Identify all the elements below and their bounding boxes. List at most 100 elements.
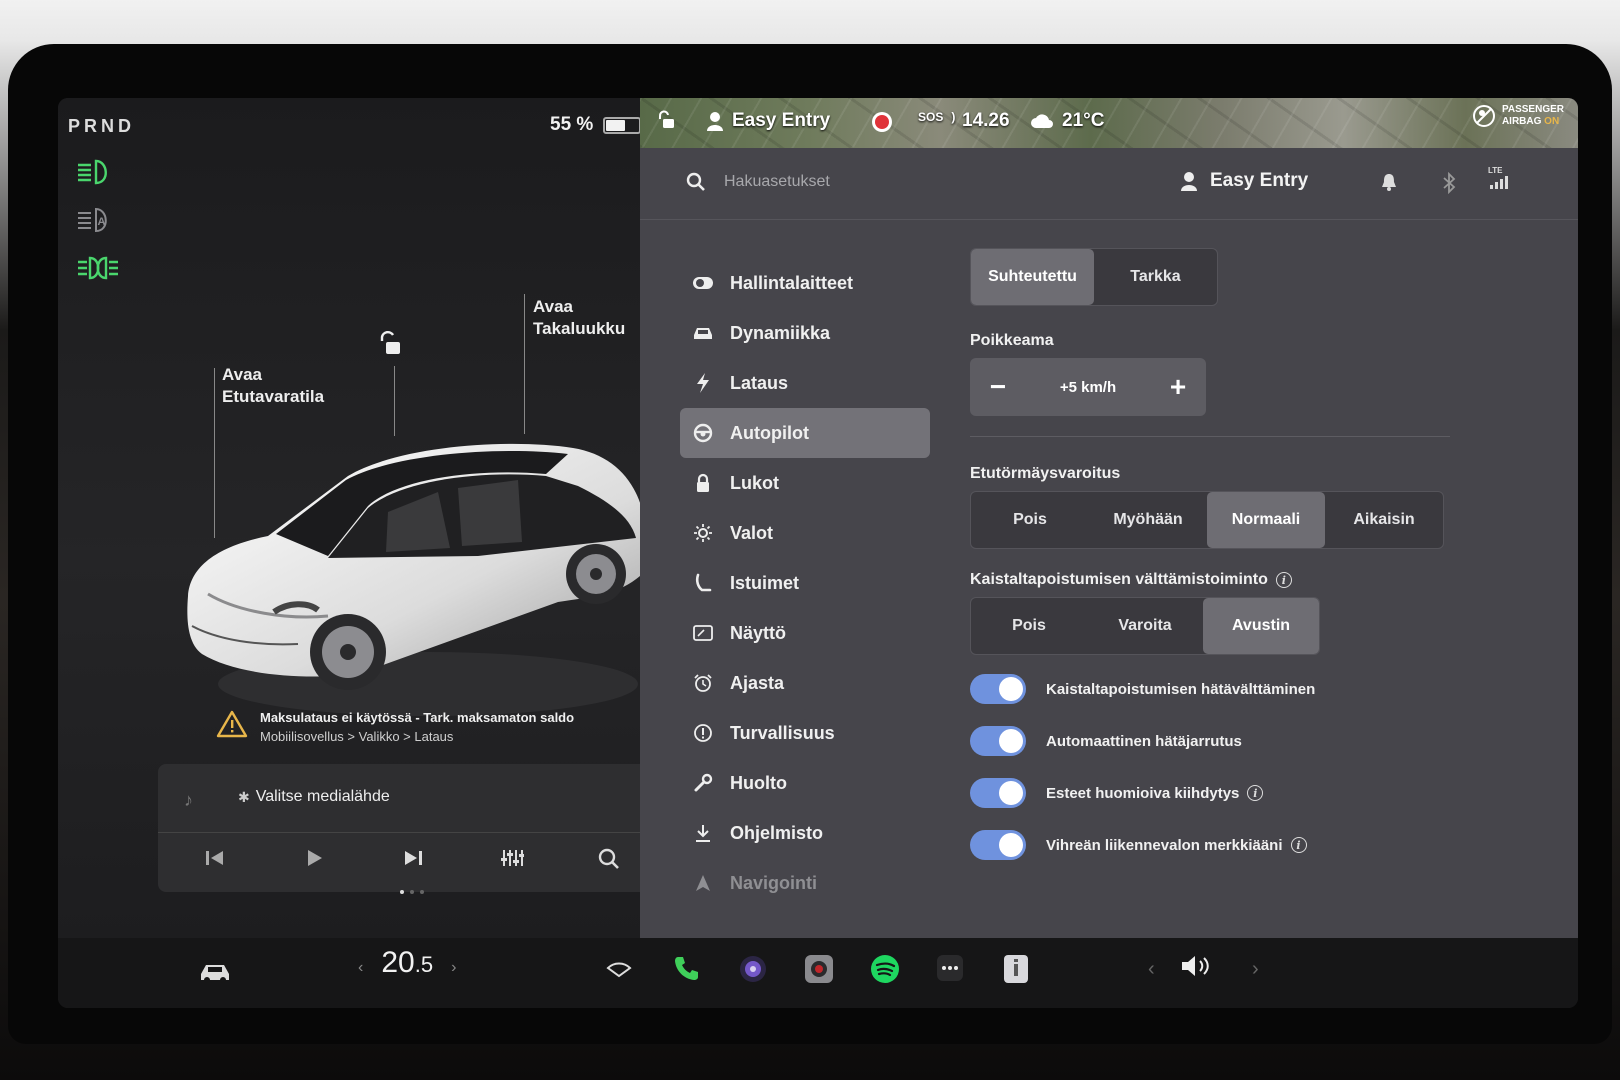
nav-item-safety[interactable]: Turvallisuus (680, 708, 930, 758)
unlock-icon[interactable] (376, 330, 402, 361)
nav-item-service[interactable]: Huolto (680, 758, 930, 808)
fcw-selector: Pois Myöhään Normaali Aikaisin (970, 491, 1444, 549)
volume-increase-icon[interactable]: › (1252, 958, 1259, 981)
offset-decrease-button[interactable]: − (986, 371, 1010, 403)
automatic-emergency-braking-toggle[interactable] (970, 726, 1026, 756)
driver-profile-name: Easy Entry (732, 110, 831, 131)
open-trunk-label-line2: Takaluukku (533, 319, 626, 338)
open-frunk-label[interactable]: Avaa Etutavaratila (222, 364, 324, 408)
toggle-icon (692, 272, 714, 294)
lane-option-assist[interactable]: Avustin (1203, 598, 1319, 654)
cabin-temperature[interactable]: 20.5 (381, 946, 433, 980)
nav-label: Navigointi (730, 872, 818, 893)
bluetooth-icon[interactable] (1442, 171, 1456, 199)
alert-circle-icon (692, 722, 714, 744)
nav-label: Dynamiikka (730, 322, 831, 343)
equalizer-icon[interactable] (500, 848, 524, 873)
volume-decrease-icon[interactable]: ‹ (1148, 958, 1155, 981)
settings-topbar: Easy Entry LTE (640, 148, 1578, 220)
offset-increase-button[interactable]: + (1166, 371, 1190, 403)
svg-text:A: A (98, 216, 106, 228)
battery-indicator: 55 % (550, 114, 646, 136)
climate-control: ‹ 20.5 › (358, 946, 456, 980)
sun-icon (692, 522, 714, 544)
info-icon[interactable]: i (1290, 837, 1307, 853)
spotify-icon[interactable] (870, 954, 900, 989)
previous-track-icon[interactable] (204, 848, 226, 873)
play-icon[interactable] (304, 848, 324, 873)
toggle-row: Vihreän liikennevalon merkkiääni i (970, 819, 1450, 871)
settings-pane: Easy Entry SOS ) 14.26 21°C PASSENGER AI… (640, 98, 1578, 938)
fcw-option-early[interactable]: Aikaisin (1325, 492, 1443, 548)
temp-decrease-icon[interactable]: ‹ (358, 959, 363, 977)
car-status-pane: PRND 55 % A Avaa Etutavaratila Avaa Taka… (58, 98, 662, 938)
media-player: ♪ ✱ Valitse medialähde (158, 764, 654, 892)
airbag-icon (1472, 105, 1495, 127)
bell-icon[interactable] (1380, 172, 1398, 197)
lane-option-warn[interactable]: Varoita (1087, 598, 1203, 654)
battery-fill (606, 119, 626, 131)
info-icon[interactable]: i (1275, 572, 1292, 588)
dashcam-record-icon[interactable] (870, 110, 894, 134)
battery-icon (603, 116, 646, 134)
passenger-airbag-indicator: PASSENGER AIRBAG ON (1472, 104, 1564, 128)
fcw-option-off[interactable]: Pois (971, 492, 1089, 548)
fcw-option-late[interactable]: Myöhään (1089, 492, 1207, 548)
nav-item-display[interactable]: Näyttö (680, 608, 930, 658)
temp-increase-icon[interactable]: › (451, 959, 456, 977)
cloud-icon (1031, 114, 1053, 128)
open-frunk-label-line1: Avaa (222, 365, 263, 384)
nav-item-software[interactable]: Ohjelmisto (680, 808, 930, 858)
autopilot-settings: Suhteutettu Tarkka Poikkeama − +5 km/h +… (970, 248, 1450, 871)
airbag-line1: PASSENGER (1501, 104, 1564, 115)
phone-icon[interactable] (672, 954, 700, 987)
search-input[interactable] (724, 173, 1024, 191)
nav-label: Ohjelmisto (730, 822, 824, 843)
info-icon[interactable]: i (1247, 785, 1264, 801)
dashcam-viewer-icon[interactable] (804, 954, 834, 989)
map-status-strip: Easy Entry SOS ) 14.26 21°C PASSENGER AI… (640, 98, 1578, 148)
nav-item-schedule[interactable]: Ajasta (680, 658, 930, 708)
toggle-knob (999, 833, 1023, 857)
nav-item-dynamics[interactable]: Dynamiikka (680, 308, 930, 358)
media-source-selector[interactable]: ✱ Valitse medialähde (238, 788, 390, 806)
camera-app-icon[interactable] (738, 954, 768, 989)
car-menu-icon[interactable] (198, 960, 232, 989)
fcw-option-normal[interactable]: Normaali (1207, 492, 1325, 548)
nav-item-autopilot[interactable]: Autopilot (680, 408, 930, 458)
profile-button[interactable]: Easy Entry (1180, 170, 1308, 192)
driver-profile-status[interactable]: Easy Entry (706, 110, 830, 132)
sos-label: SOS (918, 110, 944, 124)
media-search-icon[interactable] (598, 848, 620, 875)
nav-item-lights[interactable]: Valot (680, 508, 930, 558)
owners-manual-icon[interactable] (1002, 954, 1030, 989)
nav-item-locks[interactable]: Lukot (680, 458, 930, 508)
wrench-icon (692, 772, 714, 794)
charging-warning[interactable]: Maksulataus ei käytössä - Tark. maksamat… (216, 710, 574, 744)
toggle-label-text: Vihreän liikennevalon merkkiääni (1046, 836, 1283, 854)
nav-item-navigation[interactable]: Navigointi (680, 858, 930, 908)
next-track-icon[interactable] (402, 848, 424, 873)
green-light-chime-toggle[interactable] (970, 830, 1026, 860)
emergency-lane-departure-toggle[interactable] (970, 674, 1026, 704)
page-dot (410, 890, 414, 894)
speed-mode-relative[interactable]: Suhteutettu (971, 249, 1094, 305)
offset-title: Poikkeama (970, 332, 1054, 349)
toggle-row: Esteet huomioiva kiihdytys i (970, 767, 1450, 819)
nav-item-seats[interactable]: Istuimet (680, 558, 930, 608)
open-trunk-label[interactable]: Avaa Takaluukku (533, 296, 625, 340)
volume-icon[interactable] (1180, 954, 1214, 983)
nav-item-charging[interactable]: Lataus (680, 358, 930, 408)
speed-mode-fixed[interactable]: Tarkka (1094, 249, 1217, 305)
settings-search[interactable] (686, 172, 1024, 192)
lane-option-off[interactable]: Pois (971, 598, 1087, 654)
nav-item-controls[interactable]: Hallintalaitteet (680, 258, 930, 308)
temperature-whole: 20 (381, 946, 415, 979)
wiper-icon[interactable] (606, 960, 632, 983)
music-note-icon: ♪ (184, 790, 193, 810)
toggle-label: Kaistaltapoistumisen hätävälttäminen (1046, 680, 1316, 698)
lane-assist-title-text: Kaistaltapoistumisen välttämistoiminto (970, 571, 1268, 588)
more-apps-icon[interactable] (936, 954, 964, 987)
bolt-icon (692, 372, 714, 394)
obstacle-aware-acceleration-toggle[interactable] (970, 778, 1026, 808)
